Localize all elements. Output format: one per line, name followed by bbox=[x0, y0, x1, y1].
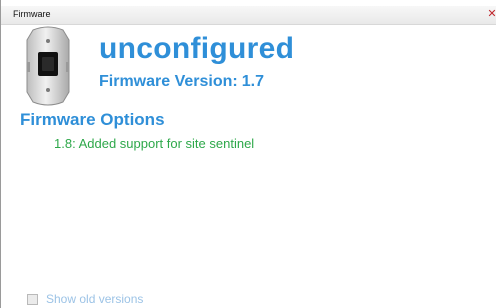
firmware-options-heading: Firmware Options bbox=[20, 110, 165, 129]
window-title: Firmware bbox=[13, 9, 51, 19]
show-old-versions-label: Show old versions bbox=[46, 292, 144, 306]
firmware-version-value: 1.7 bbox=[241, 73, 264, 90]
show-old-versions[interactable]: Show old versions bbox=[27, 292, 143, 306]
firmware-version-label: Firmware Version: bbox=[99, 73, 238, 90]
firmware-option-item[interactable]: 1.8: Added support for site sentinel bbox=[54, 136, 254, 151]
close-icon[interactable]: ✕ bbox=[487, 7, 496, 21]
show-old-versions-checkbox[interactable] bbox=[27, 293, 38, 305]
device-icon bbox=[26, 26, 70, 106]
firmware-window: Firmware ✕ unconfigured Firmware Version… bbox=[0, 0, 496, 308]
device-name: unconfigured bbox=[99, 32, 295, 65]
title-bar: Firmware ✕ bbox=[1, 6, 496, 25]
firmware-version: Firmware Version: 1.7 bbox=[99, 73, 264, 91]
